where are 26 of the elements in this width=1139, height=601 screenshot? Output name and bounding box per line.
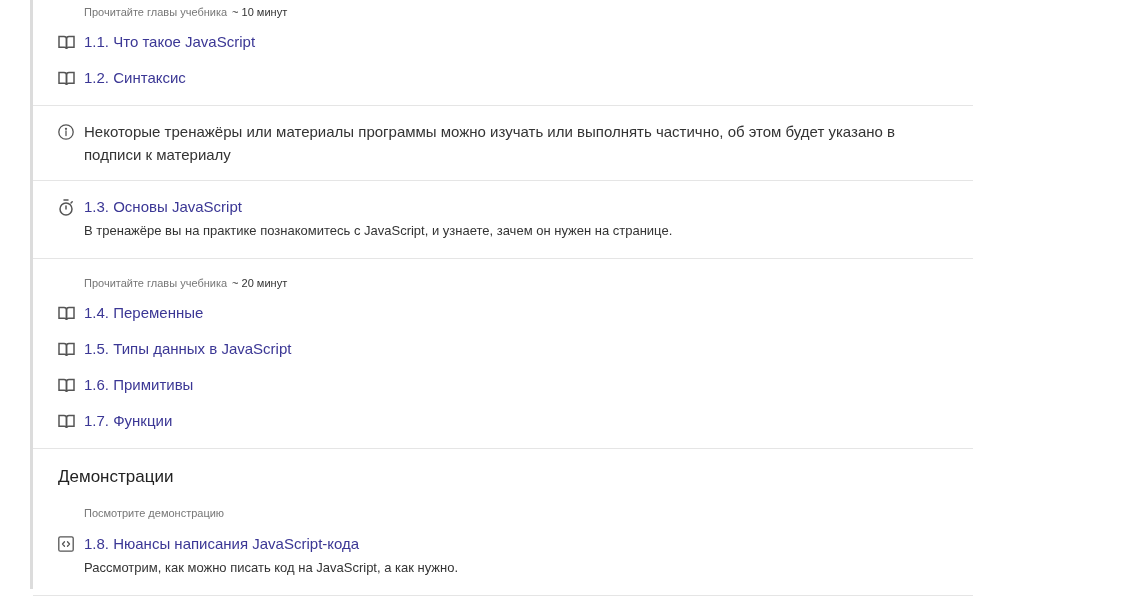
chapter-link[interactable]: 1.2. Синтаксис bbox=[84, 68, 186, 88]
open-book-icon bbox=[58, 413, 75, 429]
open-book-icon bbox=[58, 34, 75, 50]
open-book-icon bbox=[58, 377, 75, 393]
note-text: Некоторые тренажёры или материалы программы можно изучать или выполнять частично, об этом будет указано в подписи к материалу bbox=[84, 122, 897, 165]
duration-text: ~ 10 минут bbox=[232, 5, 288, 19]
chapter-link[interactable]: 1.7. Функции bbox=[84, 411, 173, 431]
hint-text: Прочитайте главы учебника bbox=[84, 5, 228, 19]
chapter-link[interactable]: 1.1. Что такое JavaScript bbox=[84, 32, 256, 52]
trainer-link[interactable]: 1.3. Основы JavaScript bbox=[84, 197, 242, 217]
info-icon bbox=[58, 123, 74, 140]
open-book-icon bbox=[58, 70, 75, 86]
hint-text: Прочитайте главы учебника bbox=[84, 276, 228, 290]
description-text: Рассмотрим, как можно писать код на JavaScript, а как нужно. bbox=[84, 559, 460, 577]
open-book-icon bbox=[58, 341, 75, 357]
chapter-link[interactable]: 1.4. Переменные bbox=[84, 303, 204, 323]
demo-link[interactable]: 1.8. Нюансы написания JavaScript-кода bbox=[84, 534, 360, 554]
code-icon bbox=[58, 536, 74, 552]
description-text: В тренажёре вы на практике познакомитесь с JavaScript, и узнаете, зачем он нужен на странице. bbox=[84, 222, 674, 240]
duration-text: ~ 20 минут bbox=[232, 276, 288, 290]
section-heading: Демонстрации bbox=[58, 466, 175, 488]
chapter-link[interactable]: 1.6. Примитивы bbox=[84, 375, 194, 395]
hint-text: Посмотрите демонстрацию bbox=[84, 506, 225, 520]
stopwatch-icon bbox=[58, 198, 74, 216]
open-book-icon bbox=[58, 305, 75, 321]
chapter-link[interactable]: 1.5. Типы данных в JavaScript bbox=[84, 339, 292, 359]
